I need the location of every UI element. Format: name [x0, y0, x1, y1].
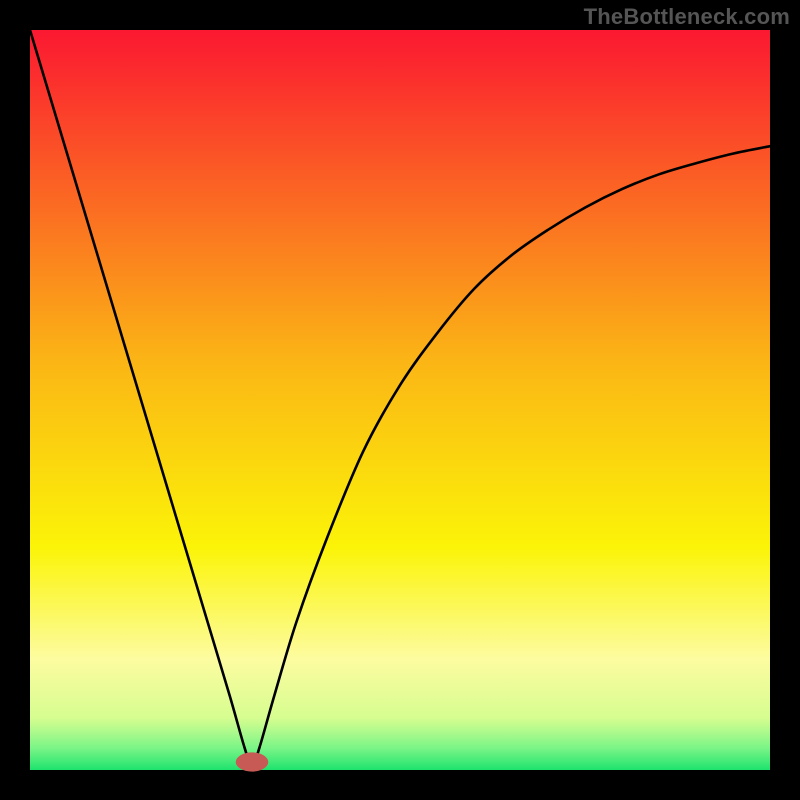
optimum-marker [236, 752, 269, 771]
chart-container: TheBottleneck.com [0, 0, 800, 800]
watermark-text: TheBottleneck.com [584, 4, 790, 30]
chart-svg [0, 0, 800, 800]
